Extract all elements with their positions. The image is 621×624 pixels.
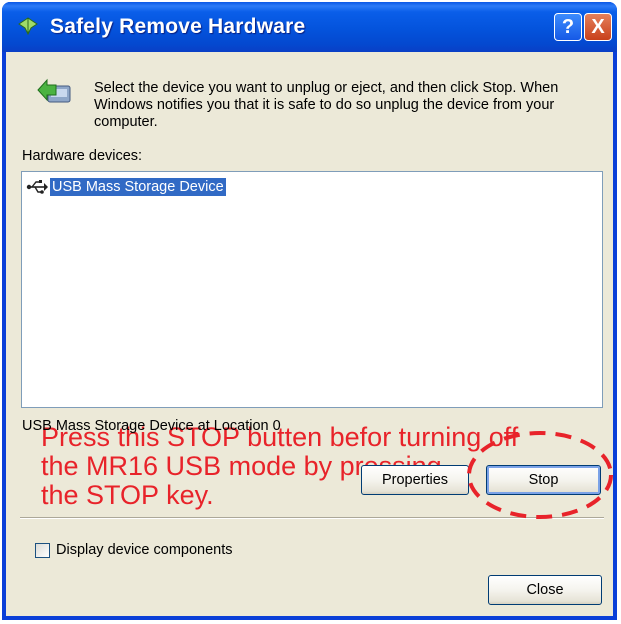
hardware-devices-label: Hardware devices:: [22, 148, 143, 164]
list-item[interactable]: USB Mass Storage Device: [26, 178, 226, 196]
display-components-label: Display device components: [56, 542, 233, 558]
safely-remove-hardware-window: Safely Remove Hardware ? X Select the de…: [2, 2, 617, 620]
safely-remove-icon: [18, 17, 38, 36]
hardware-devices-list[interactable]: USB Mass Storage Device Press this STOP …: [21, 171, 603, 510]
instruction-text: Select the device you want to unplug or …: [94, 80, 559, 130]
display-components-option[interactable]: Display device components: [35, 542, 233, 558]
window-close-button[interactable]: X: [584, 13, 612, 41]
help-button[interactable]: ?: [554, 13, 582, 41]
dialog-body: Select the device you want to unplug or …: [6, 52, 613, 616]
title-bar[interactable]: Safely Remove Hardware ? X: [2, 2, 617, 52]
usb-icon: [26, 180, 48, 194]
device-location-text: USB Mass Storage Device at Location 0: [22, 418, 281, 434]
window-title: Safely Remove Hardware: [50, 15, 306, 38]
properties-button[interactable]: Properties: [361, 465, 469, 495]
device-item-label: USB Mass Storage Device: [50, 178, 226, 196]
hardware-eject-icon: [37, 78, 71, 103]
highlight-circle: [467, 431, 613, 519]
display-components-checkbox[interactable]: [35, 542, 50, 558]
close-button[interactable]: Close: [488, 575, 602, 605]
